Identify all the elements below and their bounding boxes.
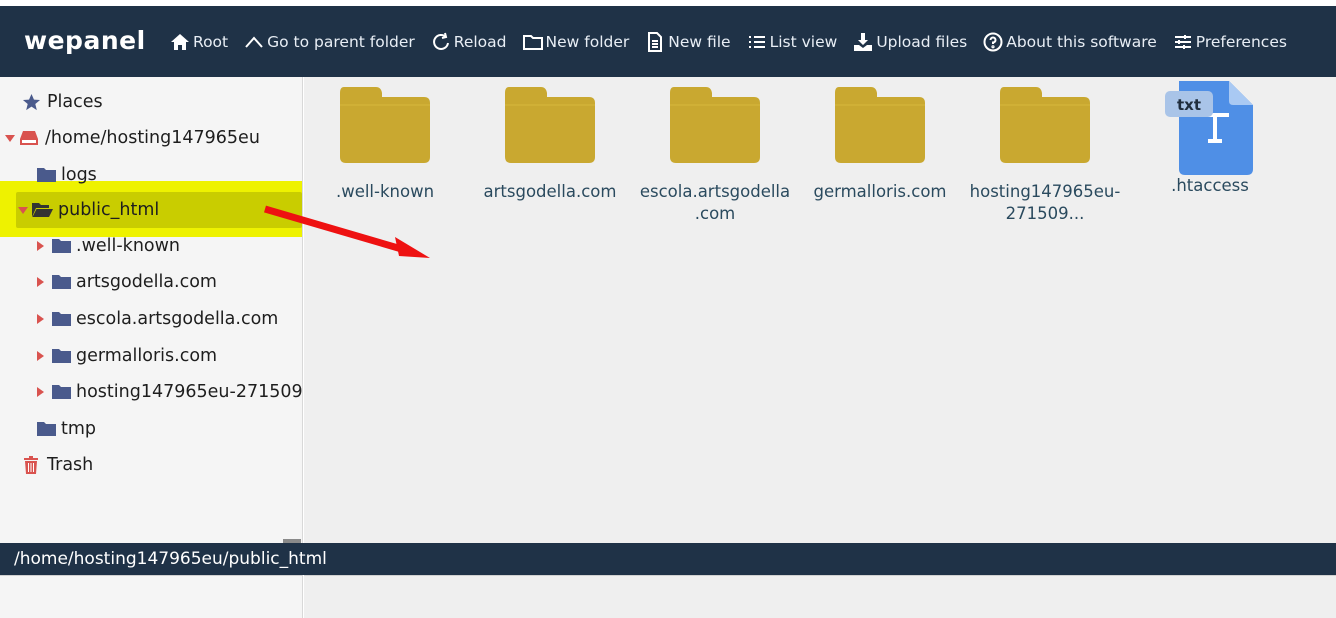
main-footer [304, 575, 1336, 618]
preferences-label: Preferences [1195, 32, 1287, 51]
file-icon [648, 31, 663, 52]
folder-icon [37, 422, 56, 436]
tmp-label: tmp [61, 419, 97, 439]
upload-icon [854, 32, 873, 51]
folder-icon [1000, 87, 1090, 163]
toolbar: wepanel Root Go to parent folder Reload … [0, 6, 1336, 77]
sidebar-item-germalloris[interactable]: germalloris.com [35, 341, 217, 371]
folder-outline-icon [522, 34, 543, 50]
sidebar-item-escola[interactable]: escola.artsgodella.com [35, 304, 278, 334]
grid-item-label: .well-known [335, 182, 435, 201]
chevron-up-icon [245, 35, 263, 48]
folder-icon [52, 275, 71, 289]
parent-folder-button[interactable]: Go to parent folder [244, 32, 415, 52]
caret-right-icon [37, 277, 44, 287]
folder-icon [37, 168, 56, 182]
star-icon [22, 93, 41, 110]
trash-label: Trash [47, 455, 94, 475]
escola-label-line2: .com [694, 204, 736, 223]
germalloris-label: germalloris.com [76, 346, 218, 366]
well-known-label: .well-known [76, 236, 181, 256]
folder-icon [52, 385, 71, 399]
sidebar-item-well-known[interactable]: .well-known [35, 231, 180, 261]
parent-folder-label: Go to parent folder [267, 32, 415, 51]
caret-right-icon [37, 241, 44, 251]
preferences-button[interactable]: Preferences [1173, 32, 1287, 52]
reload-button[interactable]: Reload [431, 32, 507, 52]
trash-icon [24, 456, 38, 474]
grid-item-label: escola.artsgodella .com [635, 181, 795, 225]
folder-open-icon [32, 203, 53, 217]
folder-icon [52, 312, 71, 326]
sidebar-item-tmp[interactable]: tmp [37, 414, 96, 444]
app-logo: wepanel [24, 26, 146, 55]
folder-icon [505, 87, 595, 163]
status-path-bar: /home/hosting147965eu/public_html [0, 543, 1336, 575]
root-button[interactable]: Root [170, 32, 228, 52]
grid-item-label: artsgodella.com [483, 182, 617, 201]
caret-right-icon [37, 314, 44, 324]
grid-item-germalloris[interactable]: germalloris.com [800, 87, 960, 203]
about-label: About this software [1006, 32, 1157, 51]
folder-icon [835, 87, 925, 163]
escola-label-line1: escola.artsgodella [639, 182, 791, 201]
folder-icon [52, 349, 71, 363]
hosting-label: hosting147965eu-271509.web [76, 382, 303, 402]
about-button[interactable]: About this software [983, 32, 1157, 52]
upload-files-button[interactable]: Upload files [853, 32, 967, 52]
public-html-label: public_html [58, 200, 160, 220]
sidebar-tree: Places /home/hosting147965eu logs public… [0, 77, 303, 543]
logs-label: logs [61, 165, 97, 185]
hosting-label-line1: hosting147965eu- [969, 182, 1121, 201]
hosting-label-line2: 271509... [1005, 204, 1085, 223]
folder-icon [670, 87, 760, 163]
folder-icon [340, 87, 430, 163]
reload-icon [432, 32, 449, 50]
places-label: Places [47, 92, 103, 112]
toolbar-actions: Root Go to parent folder Reload New fold… [170, 6, 1303, 77]
upload-files-label: Upload files [876, 32, 968, 51]
escola-label: escola.artsgodella.com [76, 309, 279, 329]
sidebar-item-public-html[interactable]: public_html [18, 195, 159, 225]
sidebar-item-hosting[interactable]: hosting147965eu-271509.web [35, 377, 303, 407]
caret-right-icon [37, 387, 44, 397]
sidebar-item-home[interactable]: /home/hosting147965eu [5, 123, 260, 153]
caret-down-icon [18, 207, 28, 214]
grid-item-label: hosting147965eu- 271509... [965, 181, 1125, 225]
drive-icon [20, 131, 38, 145]
sliders-icon [1174, 34, 1191, 49]
sidebar-item-trash[interactable]: Trash [23, 450, 93, 480]
file-grid: .well-known artsgodella.com escola.artsg… [304, 77, 1336, 543]
new-folder-label: New folder [545, 32, 630, 51]
artsgodella-label: artsgodella.com [76, 272, 217, 292]
grid-item-htaccess[interactable]: txt .htaccess [1130, 81, 1290, 197]
grid-item-label: germalloris.com [813, 182, 947, 201]
new-file-button[interactable]: New file [645, 31, 731, 52]
caret-down-icon [5, 135, 15, 142]
grid-item-well-known[interactable]: .well-known [305, 87, 465, 203]
grid-item-hosting[interactable]: hosting147965eu- 271509... [965, 87, 1125, 225]
grid-item-label: .htaccess [1171, 176, 1249, 195]
grid-item-artsgodella[interactable]: artsgodella.com [470, 87, 630, 203]
grid-item-escola[interactable]: escola.artsgodella .com [635, 87, 795, 225]
home-icon [171, 33, 189, 50]
list-view-label: List view [769, 32, 838, 51]
sidebar-item-logs[interactable]: logs [37, 160, 97, 190]
list-view-button[interactable]: List view [747, 32, 838, 52]
current-path: /home/hosting147965eu/public_html [14, 549, 327, 569]
root-button-label: Root [193, 32, 229, 51]
new-file-label: New file [668, 32, 731, 51]
sidebar-item-artsgodella[interactable]: artsgodella.com [35, 267, 217, 297]
file-type-badge: txt [1177, 96, 1201, 114]
home-label: /home/hosting147965eu [45, 128, 260, 148]
text-file-icon: txt [1165, 81, 1253, 175]
list-icon [748, 35, 765, 48]
sidebar-footer [0, 575, 303, 618]
caret-right-icon [37, 351, 44, 361]
sidebar-item-places[interactable]: Places [22, 87, 103, 117]
question-circle-icon [983, 32, 1003, 51]
folder-icon [52, 239, 71, 253]
new-folder-button[interactable]: New folder [522, 32, 630, 52]
reload-label: Reload [453, 32, 507, 51]
